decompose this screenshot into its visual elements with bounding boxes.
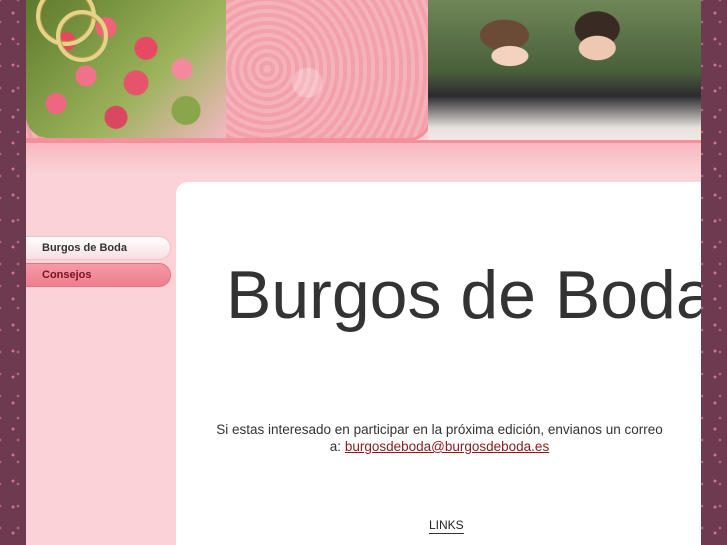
info-text-block: Si estas interesado en participar en la … (212, 421, 667, 455)
header-pattern (26, 0, 431, 141)
main-content: Burgos de Boda Si estas interesado en pa… (176, 182, 701, 545)
sidebar-nav: Burgos de Boda Consejos (26, 236, 171, 290)
nav-item-burgos-de-boda[interactable]: Burgos de Boda (26, 236, 171, 260)
email-link[interactable]: burgosdeboda@burgosdeboda.es (345, 439, 549, 454)
header-banner (26, 0, 701, 175)
header-band (26, 140, 701, 173)
ring-icon (56, 10, 108, 62)
links-link[interactable]: LINKS (429, 518, 464, 534)
couple-photo (428, 0, 701, 160)
page-title: Burgos de Boda (226, 257, 701, 333)
page: Burgos de Boda Consejos Burgos de Boda S… (26, 0, 701, 545)
nav-item-consejos[interactable]: Consejos (26, 263, 171, 287)
